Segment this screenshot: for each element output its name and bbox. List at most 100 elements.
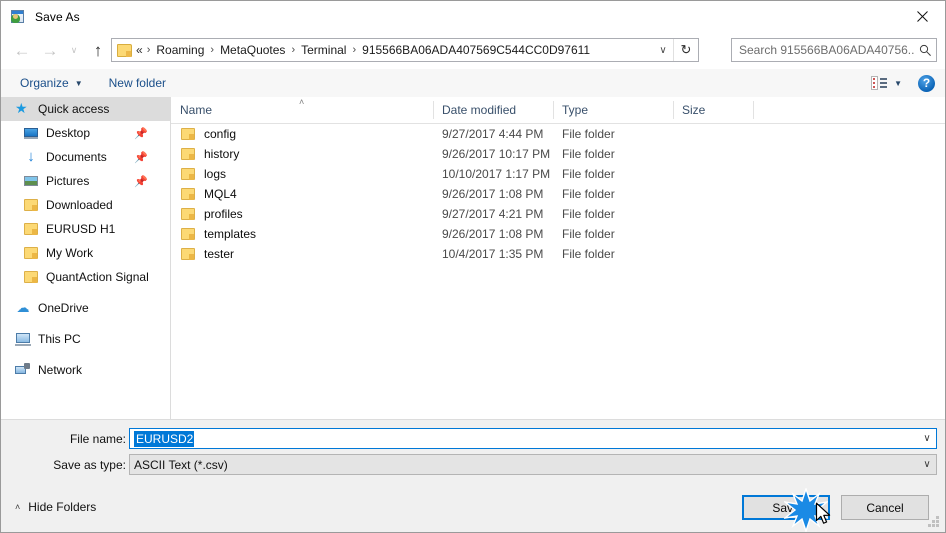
save-button-label: Save <box>772 500 800 515</box>
pin-icon[interactable]: 📌 <box>134 151 148 164</box>
sidebar-item-quick-access[interactable]: ★ Quick access <box>1 97 170 121</box>
sidebar-item-label: Network <box>38 363 83 377</box>
search-box[interactable]: Search 915566BA06ADA40756... <box>731 38 937 62</box>
hide-folders-button[interactable]: ˄ Hide Folders <box>15 500 96 514</box>
forward-button[interactable]: → <box>36 37 64 65</box>
sidebar-item-quantaction-signal[interactable]: QuantAction Signal <box>1 265 170 289</box>
folder-icon <box>180 206 196 222</box>
file-name-cell: logs <box>180 164 226 184</box>
folder-icon <box>117 43 132 57</box>
breadcrumb-separator: › <box>210 44 215 56</box>
sidebar-item-label: EURUSD H1 <box>46 222 116 236</box>
chevron-down-icon: ∨ <box>70 45 78 55</box>
sidebar-item-desktop[interactable]: Desktop 📌 <box>1 121 170 145</box>
download-icon: ↓ <box>27 148 35 165</box>
help-glyph: ? <box>922 76 931 90</box>
sidebar-item-documents[interactable]: ↓ Documents 📌 <box>1 145 170 169</box>
address-bar[interactable]: « › Roaming › MetaQuotes › Terminal › 91… <box>111 38 699 62</box>
save-as-icon <box>10 9 26 25</box>
file-name-cell: templates <box>180 224 256 244</box>
breadcrumb-separator: › <box>146 44 151 56</box>
search-icon <box>914 44 936 57</box>
table-row[interactable]: logs 10/10/2017 1:17 PM File folder <box>171 164 945 184</box>
folder-icon <box>180 226 196 242</box>
type-cell: File folder <box>562 147 615 161</box>
file-name-dropdown-button[interactable]: ∨ <box>918 429 936 448</box>
monitor-icon <box>23 125 39 141</box>
folder-icon <box>23 221 39 237</box>
sidebar-item-this-pc[interactable]: This PC <box>1 327 170 351</box>
cloud-icon: ☁ <box>16 300 30 315</box>
file-name-value: EURUSD2 <box>134 430 195 447</box>
sidebar-item-label: QuantAction Signal <box>46 270 149 284</box>
chevron-down-icon[interactable]: ▼ <box>894 79 902 88</box>
table-row[interactable]: tester 10/4/2017 1:35 PM File folder <box>171 244 945 264</box>
folder-icon <box>180 186 196 202</box>
back-button[interactable]: ← <box>8 37 36 65</box>
file-name-input[interactable]: EURUSD2 ∨ <box>129 428 937 449</box>
up-button[interactable]: ↑ <box>84 37 112 65</box>
save-as-type-select[interactable]: ASCII Text (*.csv) ∨ <box>129 454 937 475</box>
type-cell: File folder <box>562 167 615 181</box>
table-row[interactable]: history 9/26/2017 10:17 PM File folder <box>171 144 945 164</box>
folder-icon <box>180 146 196 162</box>
help-icon[interactable]: ? <box>918 74 935 92</box>
breadcrumb-item-terminal[interactable]: Terminal <box>299 43 348 57</box>
navigation-sidebar[interactable]: ★ Quick access Desktop 📌 ↓ Documents 📌 Pictures… <box>1 97 171 419</box>
refresh-button[interactable]: ↻ <box>673 39 698 61</box>
folder-icon <box>23 197 39 213</box>
network-icon <box>15 362 31 378</box>
sidebar-item-eurusd-h1[interactable]: EURUSD H1 <box>1 217 170 241</box>
table-row[interactable]: profiles 9/27/2017 4:21 PM File folder <box>171 204 945 224</box>
star-icon: ★ <box>15 100 28 116</box>
close-button[interactable] <box>899 1 945 31</box>
breadcrumb-item-roaming[interactable]: Roaming <box>154 43 206 57</box>
file-name-cell: history <box>180 144 239 164</box>
pictures-icon <box>23 173 39 189</box>
chevron-down-icon: ∨ <box>923 459 931 470</box>
sidebar-item-onedrive[interactable]: ☁ OneDrive <box>1 296 170 320</box>
resize-grip[interactable] <box>928 516 940 528</box>
close-icon <box>916 10 928 22</box>
column-header-size[interactable]: Size <box>673 97 753 123</box>
sidebar-item-pictures[interactable]: Pictures 📌 <box>1 169 170 193</box>
type-cell: File folder <box>562 187 615 201</box>
type-cell: File folder <box>562 207 615 221</box>
forward-arrow-icon: → <box>41 41 59 60</box>
column-header-date-modified[interactable]: Date modified <box>433 97 553 123</box>
folder-icon <box>180 166 196 182</box>
column-divider[interactable] <box>753 101 754 119</box>
pc-icon <box>15 331 31 347</box>
folder-icon <box>180 246 196 262</box>
file-name-text: config <box>204 127 237 141</box>
organize-button[interactable]: Organize ▼ <box>13 72 90 94</box>
chevron-down-icon: ▼ <box>74 78 83 88</box>
save-button[interactable]: Save <box>742 495 830 520</box>
search-input[interactable]: Search 915566BA06ADA40756... <box>739 43 914 57</box>
sidebar-item-downloaded[interactable]: Downloaded <box>1 193 170 217</box>
type-cell: File folder <box>562 247 615 261</box>
table-row[interactable]: templates 9/26/2017 1:08 PM File folder <box>171 224 945 244</box>
file-list-pane[interactable]: Name ˄ Date modified Type Size config 9/2… <box>171 97 945 419</box>
table-row[interactable]: MQL4 9/26/2017 1:08 PM File folder <box>171 184 945 204</box>
pin-icon[interactable]: 📌 <box>134 175 148 188</box>
breadcrumb-overflow[interactable]: « <box>132 43 143 57</box>
column-label: Size <box>682 103 706 117</box>
breadcrumb-item-metaquotes[interactable]: MetaQuotes <box>218 43 287 57</box>
command-toolbar: Organize ▼ New folder ▼ ? <box>1 69 945 98</box>
breadcrumb-item-current[interactable]: 915566BA06ADA407569C544CC0D97611 <box>360 43 592 57</box>
sidebar-item-network[interactable]: Network <box>1 358 170 382</box>
save-as-type-value: ASCII Text (*.csv) <box>134 457 228 472</box>
cancel-button[interactable]: Cancel <box>841 495 929 520</box>
new-folder-button[interactable]: New folder <box>102 72 173 94</box>
address-dropdown-button[interactable]: ∨ <box>653 39 673 61</box>
pin-icon[interactable]: 📌 <box>134 127 148 140</box>
sidebar-item-my-work[interactable]: My Work <box>1 241 170 265</box>
sidebar-item-label: My Work <box>46 246 94 260</box>
view-options-icon[interactable] <box>871 76 888 90</box>
table-row[interactable]: config 9/27/2017 4:44 PM File folder <box>171 124 945 144</box>
column-header-type[interactable]: Type <box>553 97 673 123</box>
date-modified-cell: 9/27/2017 4:44 PM <box>442 127 544 141</box>
recent-locations-button[interactable]: ∨ <box>64 37 84 65</box>
save-as-type-dropdown-button[interactable]: ∨ <box>918 455 936 474</box>
